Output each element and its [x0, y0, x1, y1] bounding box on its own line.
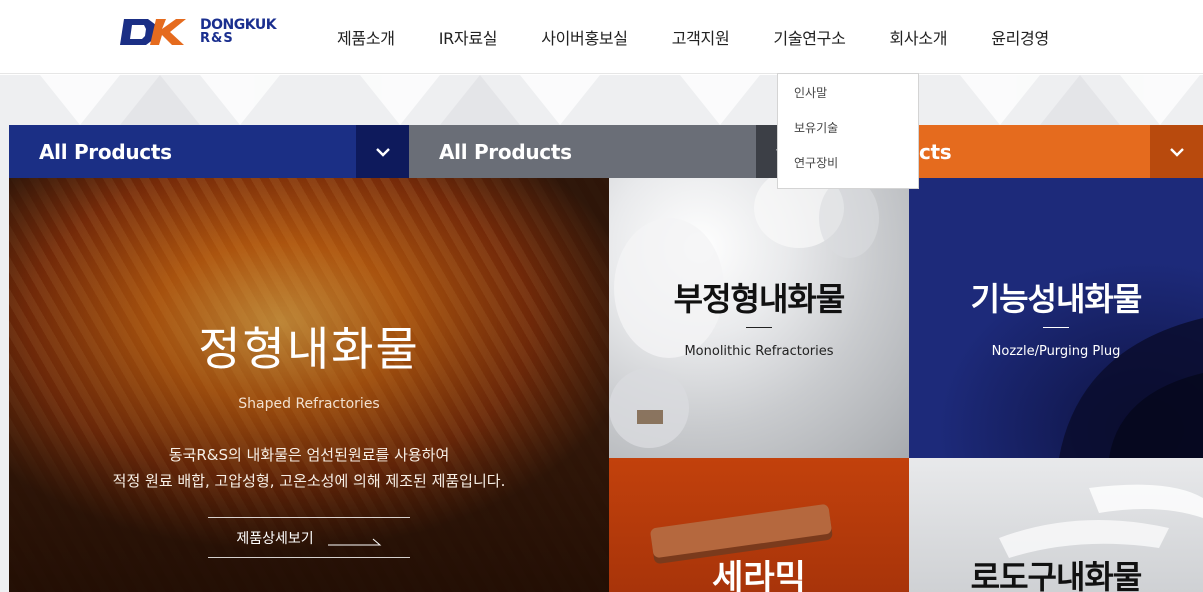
- nav-item-ethics[interactable]: 윤리경영: [969, 25, 1071, 49]
- panel-description-line2: 적정 원료 배합, 고압성형, 고온소성에 의해 제조된 제품입니다.: [112, 472, 506, 490]
- main-navigation: 제품소개 IR자료실 사이버홍보실 고객지원 기술연구소 회사소개 윤리경영: [315, 0, 1071, 74]
- panel-subtitle: Monolithic Refractories: [684, 344, 834, 359]
- selector-label-2: All Products: [439, 139, 572, 164]
- research-submenu: 인사말 보유기술 연구장비: [777, 73, 919, 189]
- nav-item-research[interactable]: 기술연구소: [751, 25, 867, 49]
- site-header: DONGKUK R&S 제품소개 IR자료실 사이버홍보실 고객지원 기술연구소…: [0, 0, 1203, 74]
- logo-text: DONGKUK R&S: [200, 18, 277, 46]
- submenu-item-greeting[interactable]: 인사말: [778, 83, 918, 118]
- logo[interactable]: DONGKUK R&S: [120, 16, 290, 48]
- panel-title: 로도구내화물: [970, 558, 1143, 592]
- chevron-down-icon[interactable]: [1150, 125, 1203, 178]
- panel-description: 동국R&S의 내화물은 엄선된원료를 사용하여 적정 원료 배합, 고압성형, …: [9, 442, 609, 494]
- panel-title: 세라믹: [712, 558, 806, 592]
- product-selector-1[interactable]: All Products: [9, 125, 409, 178]
- submenu-item-technology[interactable]: 보유기술: [778, 118, 918, 153]
- product-detail-button[interactable]: 제품상세보기: [208, 517, 410, 558]
- arrow-right-icon: [327, 534, 382, 545]
- product-detail-label: 제품상세보기: [236, 530, 314, 547]
- panel-functional-refractories[interactable]: 기능성내화물 Nozzle/Purging Plug: [909, 178, 1203, 458]
- logo-name-line2: R&S: [200, 31, 234, 46]
- panel-subtitle: Nozzle/Purging Plug: [991, 344, 1121, 359]
- nav-item-pr[interactable]: 사이버홍보실: [519, 25, 650, 49]
- selector-label-1: All Products: [39, 139, 172, 164]
- logo-mark-icon: [120, 17, 186, 47]
- chevron-down-icon[interactable]: [356, 125, 409, 178]
- nav-item-company[interactable]: 회사소개: [868, 25, 970, 49]
- nav-item-ir[interactable]: IR자료실: [417, 25, 520, 49]
- title-divider: [1043, 327, 1069, 328]
- panel-title: 기능성내화물: [970, 280, 1143, 318]
- panel-title: 정형내화물: [198, 322, 420, 376]
- panel-subtitle: Shaped Refractories: [238, 396, 380, 412]
- product-selector-2[interactable]: All Products: [409, 125, 809, 178]
- panel-shaped-refractories[interactable]: 정형내화물 Shaped Refractories 동국R&S의 내화물은 엄선…: [9, 178, 609, 592]
- panel-monolithic-refractories[interactable]: 부정형내화물 Monolithic Refractories: [609, 178, 909, 458]
- panel-title: 부정형내화물: [673, 280, 846, 318]
- submenu-item-equipment[interactable]: 연구장비: [778, 153, 918, 188]
- nav-item-products[interactable]: 제품소개: [315, 25, 417, 49]
- title-divider: [746, 327, 772, 328]
- panel-ceramic[interactable]: 세라믹: [609, 458, 909, 592]
- panel-description-line1: 동국R&S의 내화물은 엄선된원료를 사용하여: [168, 446, 450, 464]
- panel-furnace-refractories[interactable]: 로도구내화물: [909, 458, 1203, 592]
- nav-item-support[interactable]: 고객지원: [650, 25, 752, 49]
